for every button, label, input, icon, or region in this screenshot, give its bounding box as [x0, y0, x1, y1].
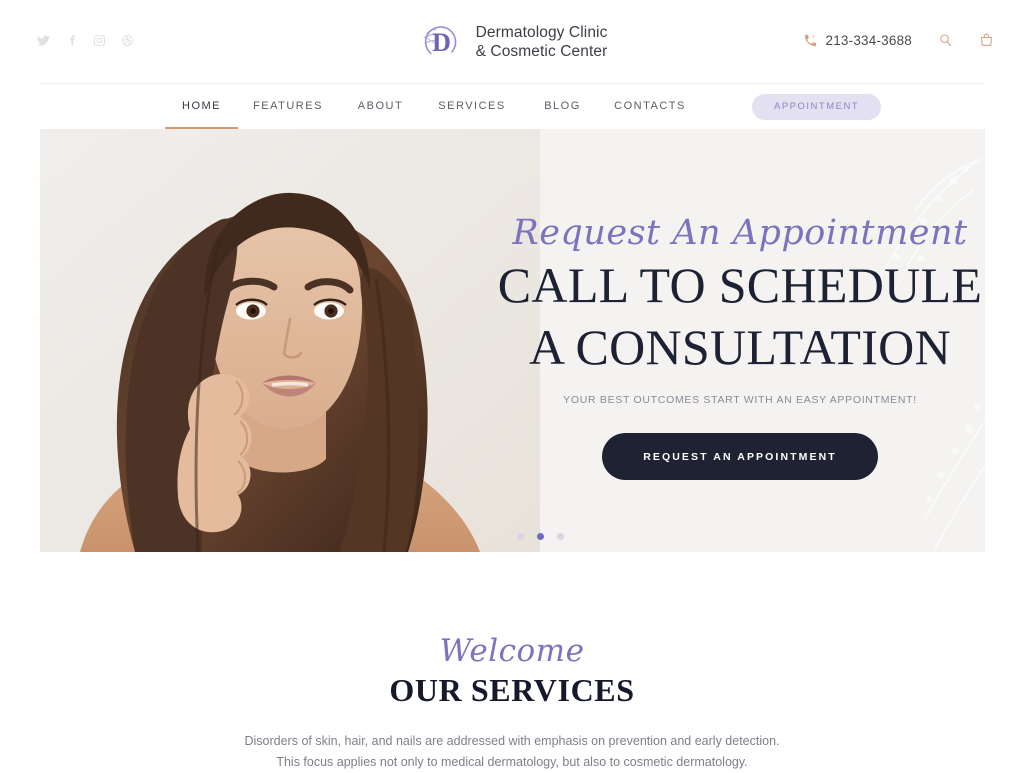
nav-item-label: SERVICES — [438, 100, 506, 112]
main-navigation: HOME FEATURES ABOUT SERVICES BLOG CONTAC… — [0, 84, 1024, 130]
twitter-icon[interactable] — [36, 33, 51, 48]
hero-title: CALL TO SCHEDULE A CONSULTATION — [497, 257, 983, 375]
nav-item-blog[interactable]: BLOG — [521, 84, 604, 129]
social-links — [36, 33, 135, 48]
hero-content: Request An Appointment CALL TO SCHEDULE … — [495, 129, 985, 552]
brand-name: Dermatology Clinic & Cosmetic Center — [475, 24, 608, 60]
services-section: Welcome OUR SERVICES Disorders of skin, … — [0, 552, 1024, 773]
hero-model-photo — [40, 129, 540, 552]
slider-dots — [495, 533, 585, 540]
nav-item-about[interactable]: ABOUT — [338, 84, 423, 129]
dribbble-icon[interactable] — [120, 33, 135, 48]
services-script-heading: Welcome — [439, 633, 585, 669]
nav-item-features[interactable]: FEATURES — [238, 84, 338, 129]
nav-item-services[interactable]: SERVICES — [423, 84, 521, 129]
clinic-monogram-icon: D — [417, 18, 465, 66]
nav-item-label: FEATURES — [253, 100, 323, 112]
nav-item-label: HOME — [182, 100, 221, 112]
phone-number: 213-334-3688 — [825, 32, 912, 48]
instagram-icon[interactable] — [92, 33, 107, 48]
hero-subtitle: YOUR BEST OUTCOMES START WITH AN EASY AP… — [563, 394, 917, 406]
services-title: OUR SERVICES — [389, 672, 635, 708]
hero-slider: Request An Appointment CALL TO SCHEDULE … — [40, 129, 985, 552]
nav-item-label: BLOG — [544, 100, 581, 112]
site-header: D Dermatology Clinic & Cosmetic Center 2… — [0, 0, 1024, 84]
nav-item-home[interactable]: HOME — [165, 84, 238, 130]
shopping-bag-icon[interactable] — [979, 32, 994, 48]
brand-logo[interactable]: D Dermatology Clinic & Cosmetic Center — [417, 18, 608, 66]
appointment-button[interactable]: APPOINTMENT — [752, 93, 882, 120]
phone-link[interactable]: 213-334-3688 — [803, 33, 912, 48]
slider-dot-3[interactable] — [556, 533, 564, 540]
slider-dot-2[interactable] — [536, 533, 544, 540]
svg-text:D: D — [432, 28, 451, 57]
slider-dot-1[interactable] — [516, 533, 524, 540]
facebook-icon[interactable] — [64, 33, 79, 48]
request-appointment-button[interactable]: REQUEST AN APPOINTMENT — [602, 433, 878, 480]
services-description: Disorders of skin, hair, and nails are a… — [244, 734, 780, 769]
search-icon[interactable] — [938, 32, 953, 48]
nav-items: HOME FEATURES ABOUT SERVICES BLOG CONTAC… — [165, 84, 882, 130]
nav-item-label: ABOUT — [357, 100, 404, 112]
header-actions: 213-334-3688 — [803, 32, 994, 48]
nav-item-label: CONTACTS — [614, 100, 686, 112]
phone-ring-icon — [803, 33, 818, 48]
hero-script-heading: Request An Appointment — [512, 213, 968, 253]
nav-item-contacts[interactable]: CONTACTS — [604, 84, 696, 129]
